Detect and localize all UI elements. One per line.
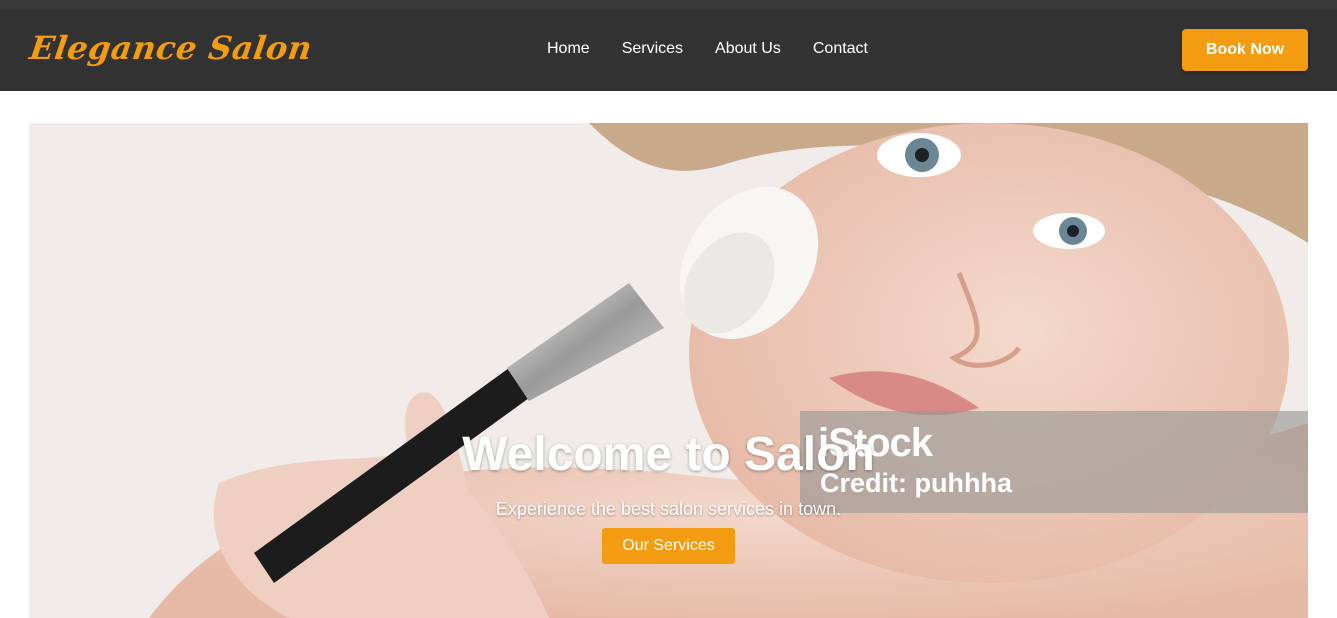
our-services-button[interactable]: Our Services [602,528,735,564]
book-now-button[interactable]: Book Now [1182,29,1308,71]
nav-link-contact[interactable]: Contact [813,40,868,58]
main-nav: Home Services About Us Contact [547,40,900,58]
navbar: Elegance Salon Home Services About Us Co… [0,9,1337,91]
hero-section: iStock Credit: puhhha Welcome to Salon E… [29,123,1308,618]
top-border [0,0,1337,9]
nav-link-home[interactable]: Home [547,40,590,58]
nav-link-about[interactable]: About Us [715,40,781,58]
hero-title: Welcome to Salon [462,428,875,481]
brand-logo[interactable]: Elegance Salon [27,29,314,67]
hero-subtitle: Experience the best salon services in to… [495,499,842,519]
nav-link-services[interactable]: Services [622,40,683,58]
